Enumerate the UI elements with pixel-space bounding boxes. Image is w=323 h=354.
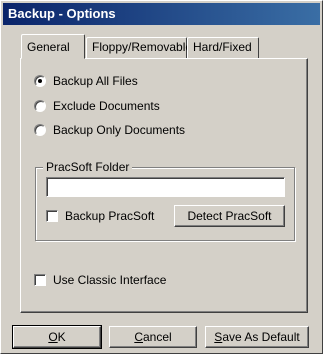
save-label-rest: ave As Default (222, 330, 300, 344)
tab-floppy-removable[interactable]: Floppy/Removable (86, 37, 192, 58)
use-classic-interface-row[interactable]: Use Classic Interface (34, 273, 166, 287)
tab-hard-fixed[interactable]: Hard/Fixed (187, 37, 259, 58)
title-bar: Backup - Options (3, 3, 320, 25)
ok-mnemonic: O (48, 330, 58, 344)
tab-general[interactable]: General (21, 34, 85, 59)
use-classic-interface-label: Use Classic Interface (53, 273, 167, 287)
cancel-mnemonic: C (134, 330, 143, 344)
radio-label: Backup All Files (53, 74, 138, 88)
pracsoft-folder-group-title: PracSoft Folder (43, 160, 133, 174)
radio-label: Exclude Documents (53, 99, 160, 113)
radio-label: Backup Only Documents (53, 123, 186, 137)
radio-backup-all-files[interactable]: Backup All Files (34, 74, 138, 88)
ok-button[interactable]: OK (12, 325, 102, 349)
backup-pracsoft-label: Backup PracSoft (65, 209, 155, 223)
backup-pracsoft-checkbox[interactable] (46, 210, 58, 222)
radio-indicator[interactable] (34, 124, 46, 136)
radio-indicator[interactable] (34, 75, 46, 87)
pracsoft-folder-input[interactable] (46, 177, 285, 197)
radio-indicator[interactable] (34, 100, 46, 112)
ok-label-rest: K (57, 330, 66, 344)
radio-exclude-documents[interactable]: Exclude Documents (34, 99, 160, 113)
cancel-button[interactable]: Cancel (109, 326, 197, 348)
radio-backup-only-documents[interactable]: Backup Only Documents (34, 123, 185, 137)
detect-pracsoft-button[interactable]: Detect PracSoft (174, 205, 285, 227)
use-classic-interface-checkbox[interactable] (34, 274, 46, 286)
save-as-default-button[interactable]: Save As Default (205, 326, 309, 348)
backup-pracsoft-checkbox-row[interactable]: Backup PracSoft (46, 209, 154, 223)
cancel-label-rest: ancel (142, 330, 172, 344)
